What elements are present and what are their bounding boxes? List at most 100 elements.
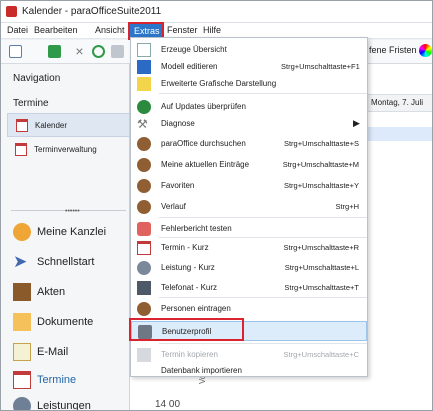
- menu-item-leistung-kurz[interactable]: Leistung - Kurz Strg+Umschalttaste+L: [131, 258, 367, 278]
- menu-item-label: Auf Updates überprüfen: [161, 102, 246, 111]
- nav-big-label: Dokumente: [37, 316, 94, 328]
- menu-item-meine-eintraege[interactable]: Meine aktuellen Einträge Strg+Umschaltta…: [131, 155, 367, 175]
- file-icon: [13, 283, 31, 301]
- nav-big-schnellstart[interactable]: ➤ Schnellstart: [13, 251, 123, 275]
- calendar-short-icon: [137, 241, 151, 255]
- quickstart-icon: ➤: [13, 252, 28, 271]
- menu-hilfe[interactable]: Hilfe: [203, 25, 221, 35]
- person-add-icon: [137, 302, 151, 316]
- nav-big-label: Schnellstart: [37, 256, 95, 268]
- menu-separator: [159, 297, 367, 298]
- menu-item-shortcut: Strg+Umschalttaste+T: [284, 283, 359, 292]
- calendar-icon: [15, 143, 27, 156]
- person-entries-icon: [137, 158, 151, 172]
- nav-big-label: Termine: [37, 374, 77, 386]
- nav-item-kalender[interactable]: Kalender: [7, 113, 130, 137]
- model-edit-icon: [137, 60, 151, 74]
- copy-icon: [137, 348, 151, 362]
- nav-big-dokumente[interactable]: Dokumente: [13, 311, 123, 335]
- person-search-icon: [137, 137, 151, 151]
- title-bar: Kalender - paraOfficeSuite2011: [1, 1, 432, 23]
- flask-icon: [137, 222, 151, 236]
- menu-item-label: Personen eintragen: [161, 304, 231, 313]
- menu-item-verlauf[interactable]: Verlauf Strg+H: [131, 197, 367, 217]
- calendar-date-header: Montag, 7. Juli: [367, 94, 432, 112]
- menu-fenster[interactable]: Fenster: [167, 25, 198, 35]
- drag-grip-icon[interactable]: ••••••: [65, 208, 80, 215]
- calendar-big-icon: [13, 371, 31, 389]
- nav-item-label: Kalender: [35, 121, 68, 130]
- nav-big-email[interactable]: E-Mail: [13, 341, 123, 365]
- nav-big-akten[interactable]: Akten: [13, 281, 123, 305]
- nav-big-label: E-Mail: [37, 346, 69, 358]
- window-title: Kalender - paraOfficeSuite2011: [22, 6, 162, 17]
- color-wheel-icon[interactable]: [419, 44, 432, 57]
- menu-item-termin-kurz[interactable]: Termin - Kurz Strg+Umschalttaste+R: [131, 238, 367, 258]
- folder-icon: [13, 313, 31, 331]
- menu-item-label: paraOffice durchsuchen: [161, 139, 246, 148]
- menu-item-label: Erzeuge Übersicht: [161, 45, 227, 54]
- menu-item-datenbank-importieren[interactable]: Datenbank importieren: [131, 361, 367, 381]
- globe-update-icon: [137, 100, 151, 114]
- menu-bearbeiten[interactable]: Bearbeiten: [34, 25, 78, 35]
- menu-item-grafische-darstellung[interactable]: Erweiterte Grafische Darstellung: [131, 74, 367, 94]
- people-icon: [13, 223, 31, 241]
- nav-big-termine[interactable]: Termine: [13, 369, 123, 393]
- calendar-time-label: 14 00: [155, 399, 181, 410]
- calendar-icon: [16, 119, 28, 132]
- person-favorites-icon: [137, 179, 151, 193]
- calendar-selection-band[interactable]: [367, 127, 432, 141]
- menu-item-label: Telefonat - Kurz: [161, 283, 218, 292]
- menu-item-shortcut: Strg+Umschalttaste+R: [283, 243, 359, 252]
- menu-item-shortcut: Strg+Umschalttaste+F1: [281, 62, 360, 71]
- menu-item-label: Verlauf: [161, 202, 186, 211]
- menu-item-telefonat-kurz[interactable]: Telefonat - Kurz Strg+Umschalttaste+T: [131, 278, 367, 298]
- menu-item-diagnose[interactable]: ⚒ Diagnose ▶: [131, 114, 367, 134]
- menu-item-paraoffice-durchsuchen[interactable]: paraOffice durchsuchen Strg+Umschalttast…: [131, 134, 367, 154]
- nav-big-meine-kanzlei[interactable]: Meine Kanzlei: [13, 221, 123, 245]
- person-history-icon: [137, 200, 151, 214]
- new-document-icon[interactable]: [9, 45, 22, 58]
- menu-item-label: Modell editieren: [161, 62, 218, 71]
- refresh-icon[interactable]: [92, 45, 105, 58]
- menu-item-label: Erweiterte Grafische Darstellung: [161, 79, 277, 88]
- menu-datei[interactable]: Datei: [7, 25, 28, 35]
- menu-item-shortcut: Strg+Umschalttaste+L: [284, 263, 359, 272]
- menu-item-personen-eintragen[interactable]: Personen eintragen: [131, 299, 367, 319]
- submenu-arrow-icon: ▶: [353, 118, 360, 128]
- menu-item-shortcut: Strg+Umschalttaste+C: [283, 350, 359, 359]
- gear-short-icon: [137, 261, 151, 275]
- menu-item-label: Termin - Kurz: [161, 243, 209, 252]
- overview-icon: [137, 43, 151, 57]
- save-icon[interactable]: [48, 45, 61, 58]
- mail-icon: [13, 343, 31, 361]
- phone-short-icon: [137, 281, 151, 295]
- menu-item-label: Diagnose: [161, 119, 195, 128]
- nav-big-label: Meine Kanzlei: [37, 226, 107, 238]
- navigation-section-title: Termine: [13, 98, 49, 109]
- nav-item-label: Terminverwaltung: [34, 145, 97, 154]
- copy-toolbar-icon[interactable]: [111, 45, 124, 58]
- navigation-title: Navigation: [13, 73, 61, 84]
- menu-item-favoriten[interactable]: Favoriten Strg+Umschalttaste+Y: [131, 176, 367, 196]
- wrench-icon: ⚒: [137, 117, 148, 131]
- nav-item-terminverwaltung[interactable]: Terminverwaltung: [7, 138, 130, 162]
- benutzerprofil-highlight-frame: [129, 318, 244, 341]
- menu-item-shortcut: Strg+Umschalttaste+M: [282, 160, 359, 169]
- menu-item-shortcut: Strg+H: [335, 202, 359, 211]
- menu-item-label: Meine aktuellen Einträge: [161, 160, 250, 169]
- app-logo-icon: [6, 6, 17, 17]
- menu-item-fehlerbericht[interactable]: Fehlerbericht testen: [131, 219, 367, 239]
- nav-big-label: Akten: [37, 286, 66, 298]
- gear-icon: [13, 397, 31, 410]
- menu-item-shortcut: Strg+Umschalttaste+S: [283, 139, 359, 148]
- menu-ansicht[interactable]: Ansicht: [95, 25, 125, 35]
- menu-item-label: Fehlerbericht testen: [161, 224, 232, 233]
- close-icon[interactable]: ×: [73, 44, 86, 58]
- menu-separator: [159, 343, 367, 344]
- deadline-filter-label[interactable]: fene Fristen: [369, 45, 417, 55]
- nav-big-label: Leistungen: [37, 400, 91, 411]
- menu-item-label: Favoriten: [161, 181, 195, 190]
- nav-big-leistungen[interactable]: Leistungen: [13, 395, 123, 411]
- menu-item-label: Datenbank importieren: [161, 366, 242, 375]
